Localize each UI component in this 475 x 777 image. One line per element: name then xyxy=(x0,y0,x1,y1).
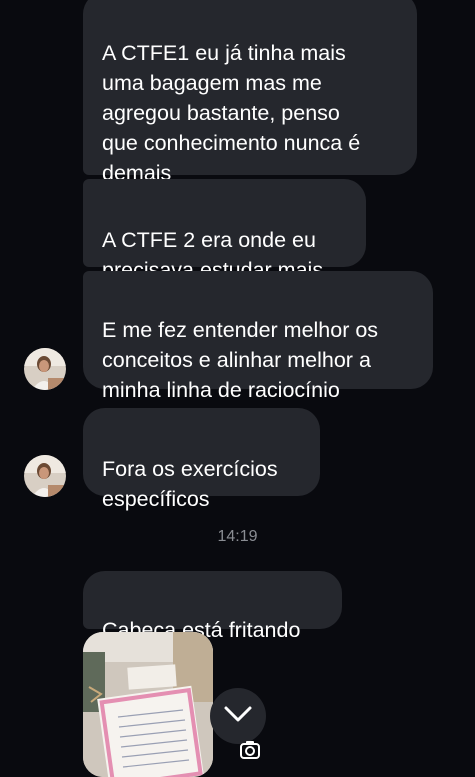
message-bubble[interactable]: Fora os exercícios específicos xyxy=(83,408,320,511)
message-bubble[interactable]: E me fez entender melhor os conceitos e … xyxy=(83,271,433,402)
camera-icon xyxy=(239,740,261,765)
message-bubble[interactable]: Cabeça está fritando xyxy=(83,571,342,642)
chevron-down-icon xyxy=(223,705,253,728)
photo-image xyxy=(83,632,213,777)
message-text: A CTFE1 eu já tinha mais uma bagagem mas… xyxy=(102,41,361,185)
message-bubble[interactable]: A CTFE1 eu já tinha mais uma bagagem mas… xyxy=(83,0,417,185)
message-text: E me fez entender melhor os conceitos e … xyxy=(102,318,379,402)
contact-avatar[interactable] xyxy=(24,348,66,390)
photo-message[interactable] xyxy=(83,632,213,777)
message-timestamp: 14:19 xyxy=(217,528,258,545)
message-bubble[interactable]: A CTFE 2 era onde eu precisava estudar m… xyxy=(83,179,366,282)
message-text: Fora os exercícios específicos xyxy=(102,457,278,511)
avatar-image xyxy=(24,348,66,390)
avatar-image xyxy=(24,455,66,497)
contact-avatar[interactable] xyxy=(24,455,66,497)
camera-button[interactable] xyxy=(228,732,272,772)
